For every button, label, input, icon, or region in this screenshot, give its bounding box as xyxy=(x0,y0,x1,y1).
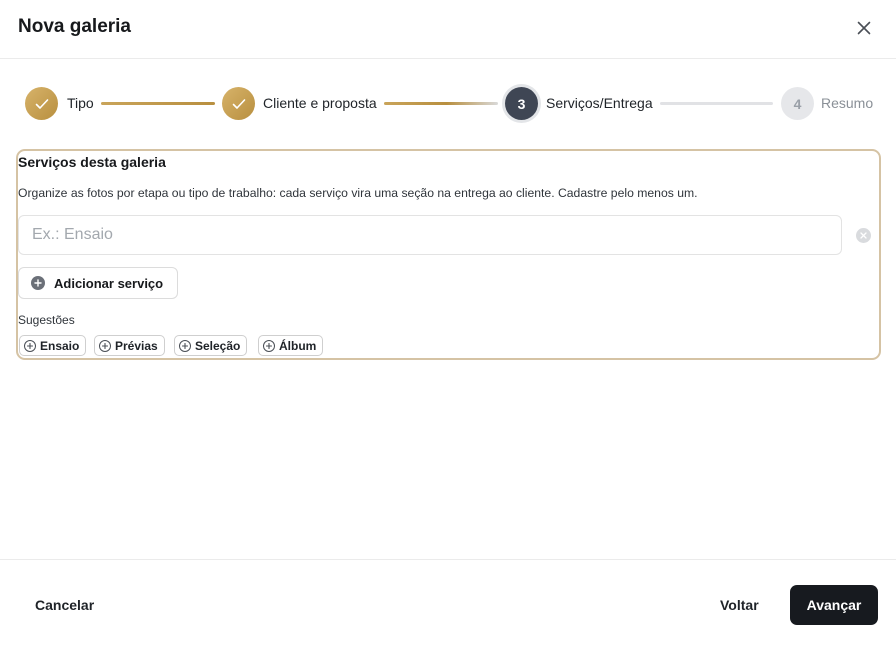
dialog-title: Nova galeria xyxy=(18,16,131,37)
suggestion-chip-album[interactable]: Álbum xyxy=(258,335,324,356)
close-button[interactable] xyxy=(852,16,876,40)
step-3-label: Serviços/Entrega xyxy=(546,95,653,111)
back-button[interactable]: Voltar xyxy=(720,597,759,613)
step-1-indicator xyxy=(25,87,58,120)
next-button[interactable]: Avançar xyxy=(790,585,878,625)
close-icon xyxy=(857,21,871,35)
remove-service-button[interactable] xyxy=(856,228,871,243)
suggestion-chip-selecao[interactable]: Seleção xyxy=(174,335,248,356)
check-icon xyxy=(35,98,48,109)
close-icon xyxy=(860,232,867,239)
step-4-label: Resumo xyxy=(821,95,874,111)
step-1-label: Tipo xyxy=(67,95,94,111)
plus-circle-icon xyxy=(31,276,45,290)
services-title: Serviços desta galeria xyxy=(18,154,166,170)
plus-circle-icon xyxy=(179,339,191,352)
plus-circle-icon xyxy=(24,339,36,352)
add-service-label: Adicionar serviço xyxy=(54,275,164,291)
step-2-indicator xyxy=(222,87,255,120)
services-description: Organize as fotos por etapa ou tipo de t… xyxy=(18,186,698,200)
step-connector-1 xyxy=(101,102,215,105)
suggestion-chip-label: Seleção xyxy=(195,338,241,353)
suggestion-chip-label: Álbum xyxy=(279,338,317,353)
step-4-indicator: 4 xyxy=(781,87,814,120)
step-connector-3 xyxy=(660,102,773,105)
plus-circle-icon xyxy=(99,339,111,352)
step-3-indicator: 3 xyxy=(505,87,538,120)
suggestions-label: Sugestões xyxy=(18,313,75,327)
plus-circle-icon xyxy=(263,339,275,352)
step-2-label: Cliente e proposta xyxy=(263,95,377,111)
suggestion-chip-label: Ensaio xyxy=(40,338,80,353)
suggestion-chip-previas[interactable]: Prévias xyxy=(94,335,165,356)
add-service-button[interactable]: Adicionar serviço xyxy=(18,267,178,299)
suggestion-chip-label: Prévias xyxy=(115,338,158,353)
check-icon xyxy=(232,98,245,109)
step-connector-2 xyxy=(384,102,498,105)
stepper: Tipo Cliente e proposta 3 Serviços/Entre… xyxy=(0,85,896,123)
dialog-header: Nova galeria xyxy=(0,0,896,59)
suggestion-chip-ensaio[interactable]: Ensaio xyxy=(19,335,87,356)
dialog-footer xyxy=(0,559,896,664)
service-name-input[interactable] xyxy=(18,215,842,255)
cancel-button[interactable]: Cancelar xyxy=(35,597,94,613)
